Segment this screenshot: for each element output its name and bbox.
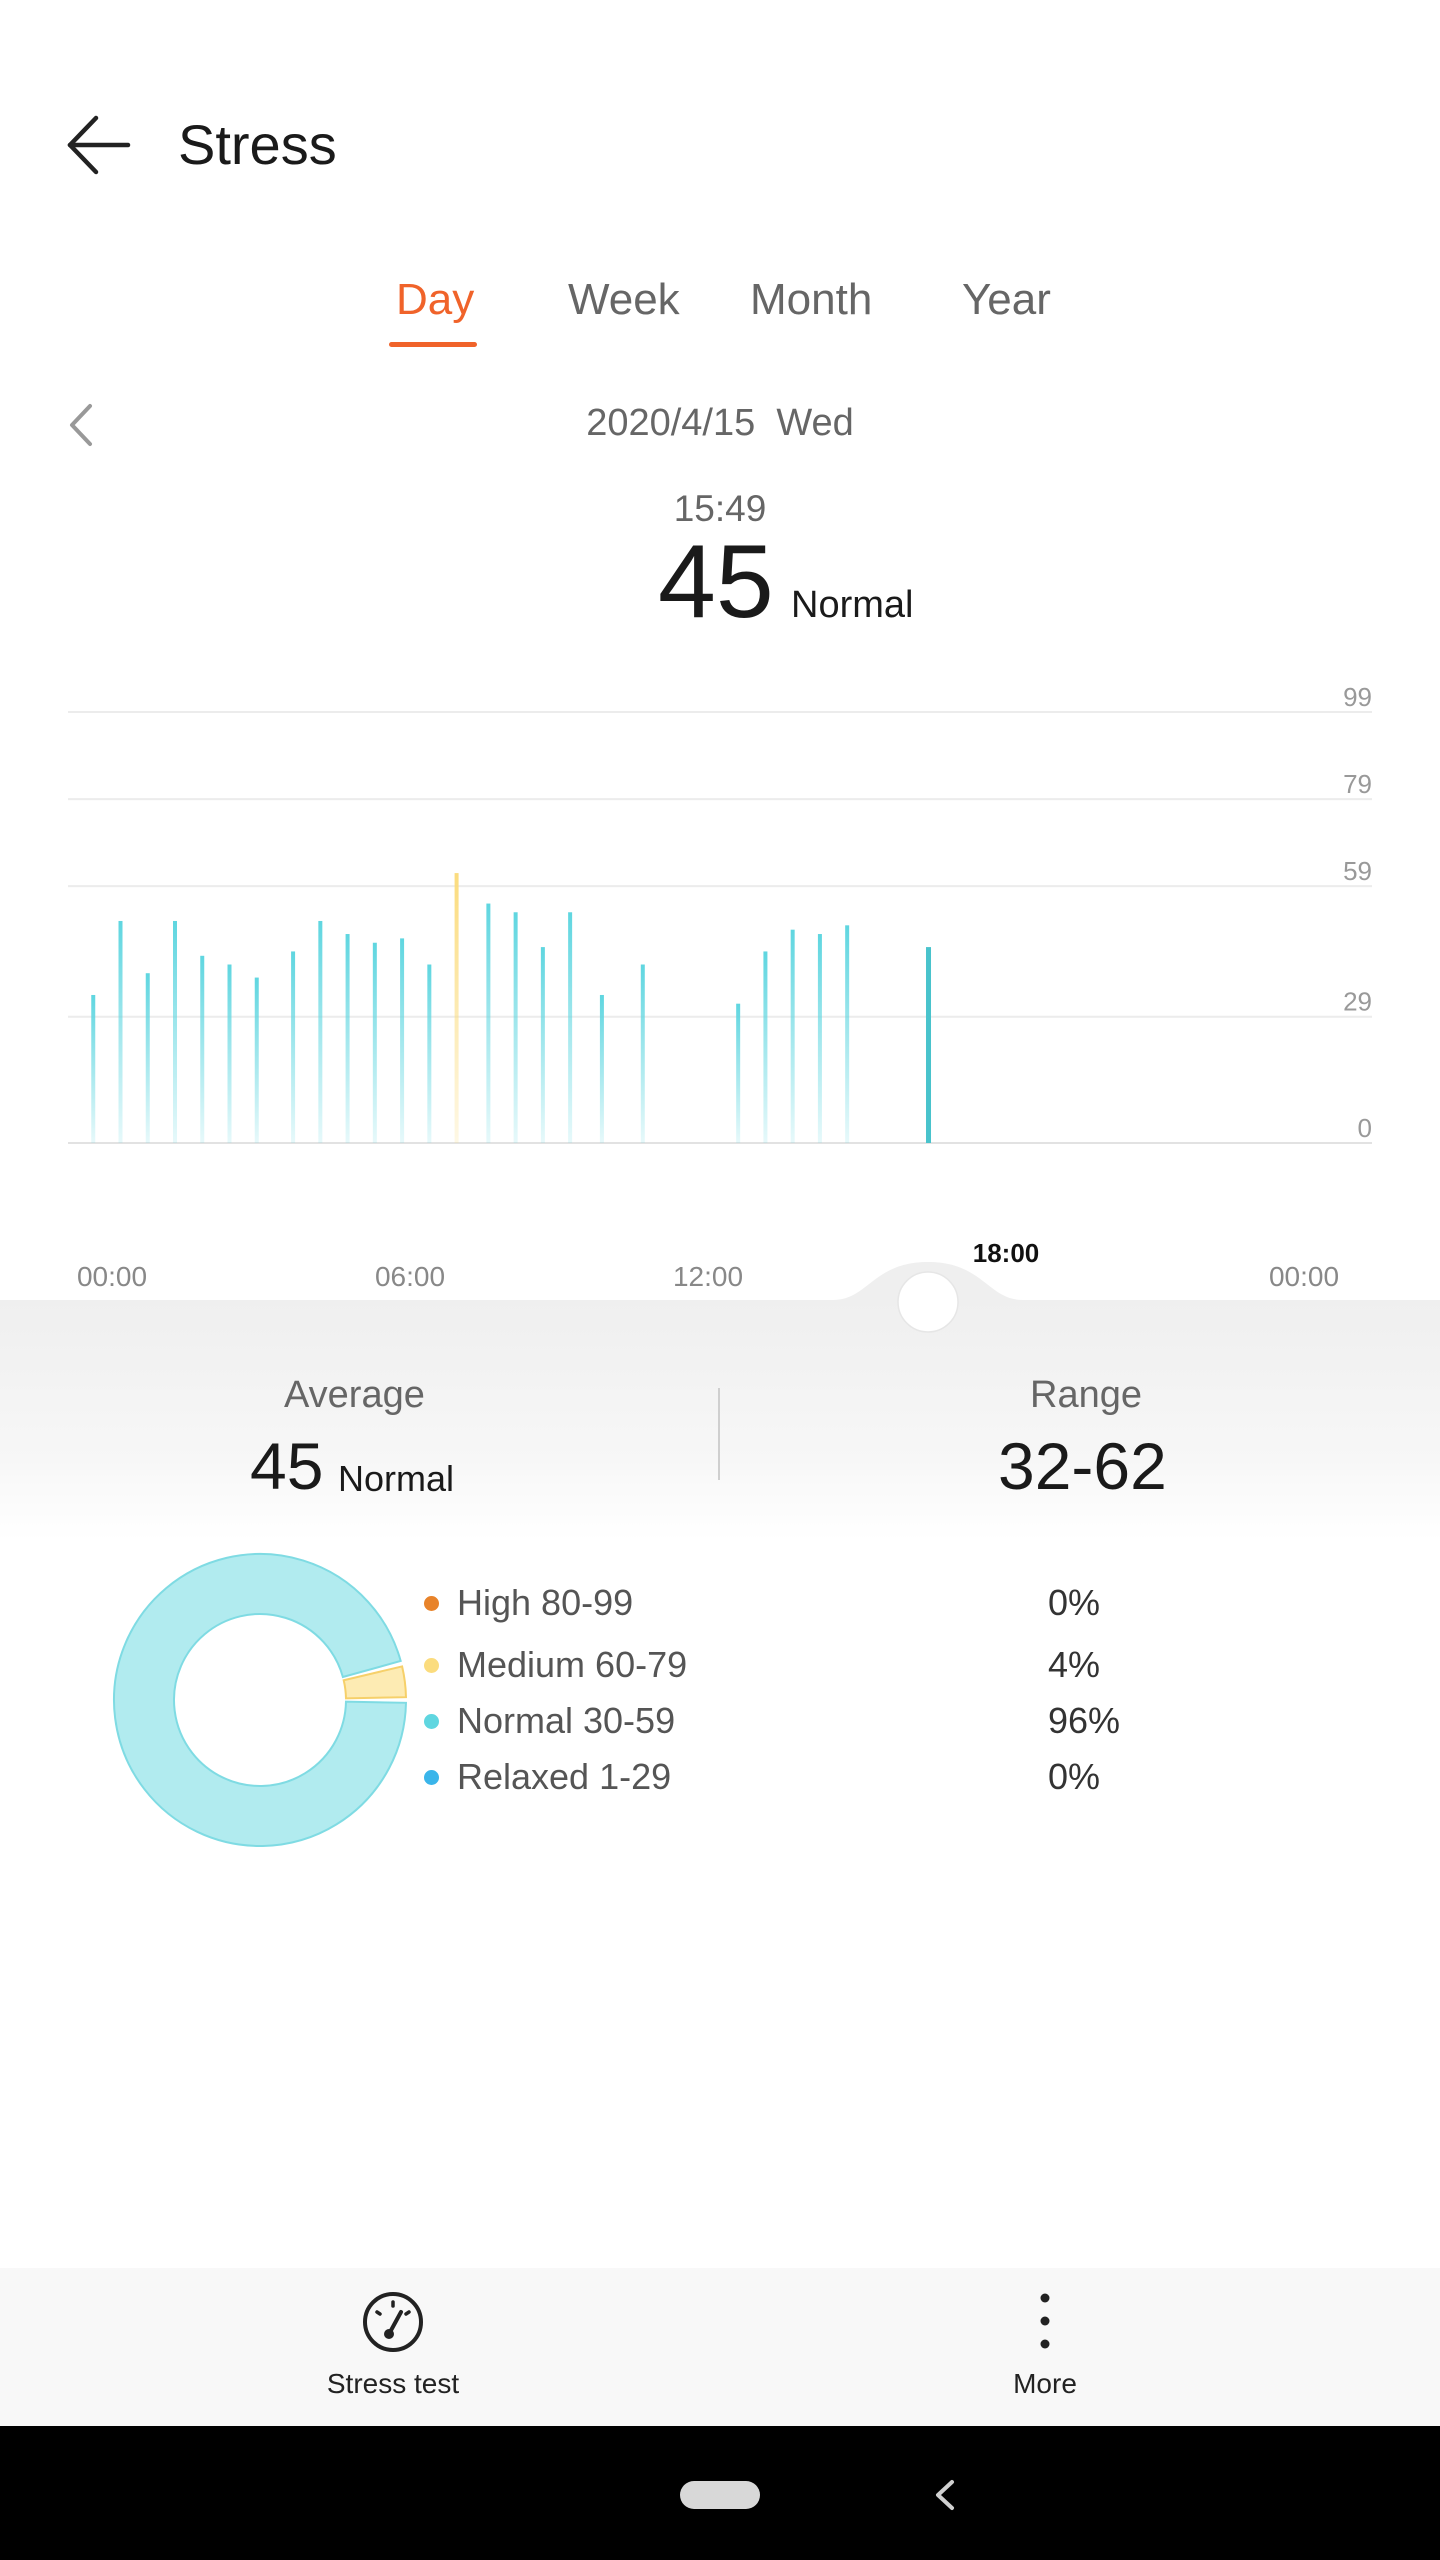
stress-bar [91, 994, 96, 1143]
stress-bar [790, 929, 795, 1143]
chart-bars [91, 873, 932, 1143]
legend-label-medium: Medium 60-79 [457, 1644, 688, 1685]
legend-percent-medium: 4% [1048, 1644, 1101, 1685]
tab-year[interactable]: Year [962, 275, 1051, 325]
y-tick-label: 0 [1358, 1113, 1372, 1143]
tab-active-indicator [389, 342, 477, 347]
back-button[interactable] [58, 110, 142, 180]
more-label: More [1013, 2368, 1077, 2399]
stress-day-chart[interactable]: 0 29 59 79 99 00:00 06:00 12:00 18:00 00:00 [0, 660, 1440, 1340]
stress-bar [118, 920, 123, 1143]
chart-slider-handle[interactable] [897, 1271, 959, 1333]
summary-divider [718, 1388, 720, 1480]
range-value: 32-62 [998, 1429, 1167, 1503]
gauge-icon [363, 2292, 423, 2352]
stress-bar [200, 955, 205, 1143]
stress-bar [254, 977, 259, 1143]
home-pill-button[interactable] [680, 2481, 760, 2509]
y-tick-label: 79 [1343, 769, 1372, 799]
y-tick-label: 29 [1343, 987, 1372, 1017]
legend-percent-relaxed: 0% [1048, 1756, 1101, 1797]
stress-bar [513, 912, 518, 1143]
chart-y-ticks: 0 29 59 79 99 [1343, 682, 1372, 1143]
stress-bar [400, 938, 405, 1143]
legend-label-normal: Normal 30-59 [457, 1700, 676, 1741]
tab-day[interactable]: Day [396, 275, 474, 325]
bottom-action-bar [0, 2268, 1440, 2426]
stress-bar [486, 903, 491, 1143]
tab-month[interactable]: Month [750, 275, 872, 325]
legend-percent-high: 0% [1048, 1582, 1101, 1623]
stress-bar [845, 925, 850, 1143]
stress-bar [345, 934, 350, 1143]
legend-percent-normal: 96% [1048, 1700, 1121, 1741]
selected-stress-level: Normal [791, 584, 914, 626]
page-title: Stress [178, 113, 337, 176]
average-label: Average [284, 1374, 425, 1416]
stress-bar [318, 920, 323, 1143]
stress-bar [227, 964, 232, 1143]
x-tick-label: 06:00 [375, 1261, 445, 1292]
stress-bar [736, 1003, 741, 1143]
x-tick-label: 00:00 [77, 1261, 147, 1292]
legend-dot-medium [424, 1658, 439, 1673]
legend-label-high: High 80-99 [457, 1582, 634, 1623]
legend-dot-normal [424, 1714, 439, 1729]
x-tick-label: 12:00 [673, 1261, 743, 1292]
stress-bar [540, 947, 545, 1143]
summary-panel [0, 1300, 1440, 2427]
arrow-left-icon [67, 115, 131, 175]
stress-bar [817, 934, 822, 1143]
stress-bar [568, 912, 573, 1143]
stress-bar [640, 964, 645, 1143]
back-chevron-icon [936, 2480, 954, 2510]
chart-gridlines [68, 711, 1372, 1144]
range-label: Range [1030, 1374, 1142, 1416]
system-back-button[interactable] [930, 2474, 960, 2516]
y-tick-label: 59 [1343, 856, 1372, 886]
average-value: 45 [250, 1429, 324, 1503]
legend-dot-relaxed [424, 1770, 439, 1785]
stress-bar [599, 994, 604, 1143]
legend-label-relaxed: Relaxed 1-29 [457, 1756, 672, 1797]
selected-stress-value: 45 [658, 524, 774, 640]
stress-bar [427, 964, 432, 1143]
chart-x-ticks: 00:00 06:00 12:00 18:00 00:00 [77, 1238, 1339, 1292]
x-tick-label: 18:00 [973, 1238, 1040, 1268]
y-tick-label: 99 [1343, 682, 1372, 712]
stress-test-label: Stress test [326, 2368, 460, 2399]
current-date: 2020/4/15 Wed [586, 402, 854, 444]
more-button[interactable]: More [990, 2286, 1100, 2410]
stress-distribution-donut [113, 1553, 407, 1847]
x-tick-label: 00:00 [1269, 1261, 1339, 1292]
stress-test-button[interactable]: Stress test [310, 2286, 476, 2410]
stress-bar [763, 951, 768, 1143]
donut-segment-normal [113, 1553, 407, 1847]
stress-bar [145, 973, 150, 1143]
stress-bar [454, 873, 459, 1143]
tab-week[interactable]: Week [568, 275, 680, 325]
stress-bar [173, 920, 177, 1143]
more-vertical-icon [1040, 2293, 1050, 2349]
stress-bar [372, 942, 377, 1143]
legend-dot-high [424, 1596, 439, 1611]
stress-bar [291, 951, 296, 1143]
average-level: Normal [338, 1458, 455, 1499]
